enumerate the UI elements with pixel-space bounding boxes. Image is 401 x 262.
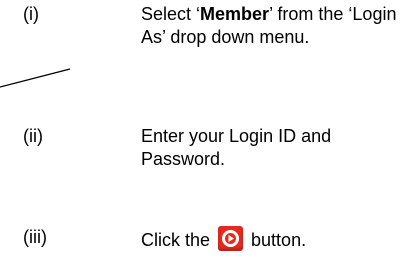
go-button-icon — [218, 226, 244, 251]
step-text-before: Select ‘ — [141, 4, 201, 24]
member-option-label: Member — [200, 4, 270, 24]
step-text: Click the button. — [141, 226, 401, 252]
step-text: Enter your Login ID and Password. — [141, 126, 332, 169]
step-text-after: button. — [246, 230, 307, 250]
step-number: (ii) — [23, 126, 43, 146]
step-number: (iii) — [23, 227, 47, 247]
step-text-before: Click the — [141, 230, 216, 250]
step-text: Select ‘Member’ from the ‘Login As’ drop… — [141, 3, 401, 49]
step-number: (i) — [23, 4, 39, 24]
